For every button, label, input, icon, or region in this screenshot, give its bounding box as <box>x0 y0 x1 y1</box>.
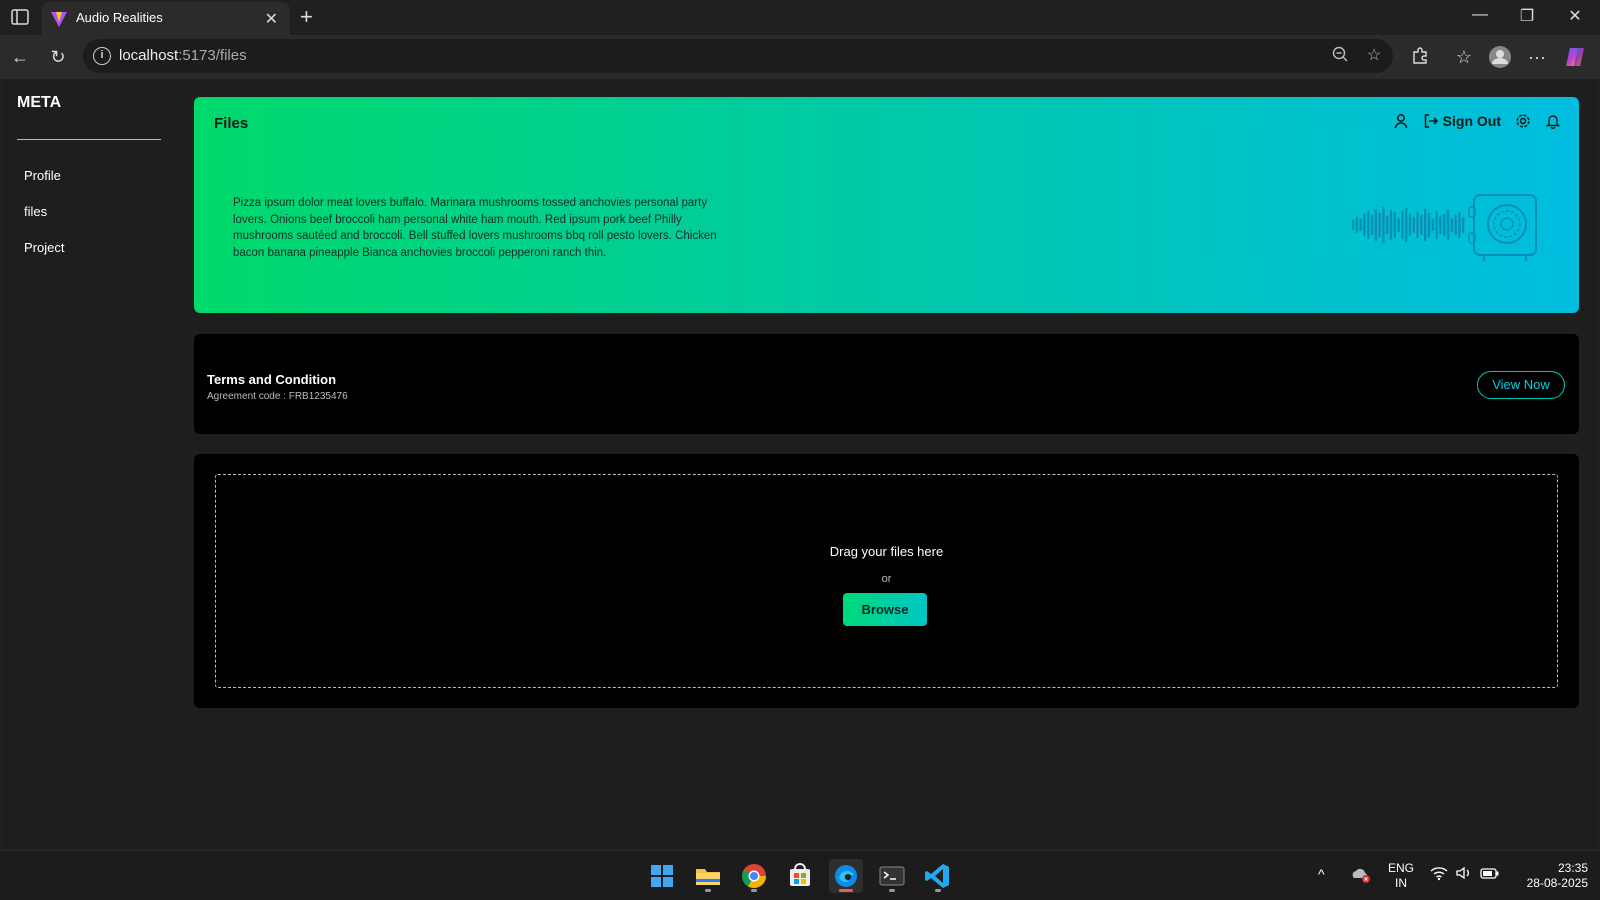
tab-title: Audio Realities <box>76 10 163 25</box>
reload-icon[interactable]: ↻ <box>46 45 70 69</box>
sidebar-item-files[interactable]: files <box>24 204 47 219</box>
region-text: IN <box>1395 876 1407 890</box>
restore-icon[interactable]: ❐ <box>1512 6 1542 26</box>
upload-card: Drag your files here or Browse <box>194 454 1579 708</box>
edge-icon[interactable] <box>829 859 863 893</box>
clock[interactable]: 23:35 28-08-2025 <box>1512 861 1588 891</box>
minimize-icon[interactable]: — <box>1465 6 1495 24</box>
onedrive-error-icon[interactable] <box>1350 866 1372 888</box>
wifi-icon[interactable] <box>1430 865 1448 885</box>
agreement-code: Agreement code : FRB1235476 <box>207 391 348 402</box>
profile-icon[interactable] <box>1488 45 1512 69</box>
battery-icon[interactable] <box>1480 865 1500 885</box>
browser-tab-bar: Audio Realities ✕ + — ❐ ✕ <box>0 0 1600 35</box>
brand-logo: META <box>17 94 62 111</box>
vite-logo-icon <box>50 10 68 28</box>
browse-button[interactable]: Browse <box>843 593 927 626</box>
volume-icon[interactable] <box>1455 865 1473 885</box>
sign-out-icon <box>1424 114 1438 128</box>
app-container: META Profile files Project Files Sign Ou… <box>4 79 1596 847</box>
windows-taskbar: ^ ENG IN 23:35 28-08-2025 <box>0 850 1600 900</box>
sidebar-item-profile[interactable]: Profile <box>24 168 61 183</box>
or-separator: or <box>881 573 892 585</box>
browser-nav-bar: ← ↻ i localhost:5173/files ☆ ☆ ··· <box>0 35 1600 79</box>
hero-banner: Files Sign Out Pizza ipsum dolor meat lo… <box>194 97 1579 313</box>
new-tab-icon[interactable]: + <box>300 4 313 30</box>
terms-card: Terms and Condition Agreement code : FRB… <box>194 334 1579 434</box>
store-icon[interactable] <box>783 859 817 893</box>
sign-out-button[interactable]: Sign Out <box>1423 113 1501 129</box>
drag-files-text: Drag your files here <box>829 544 944 559</box>
sidebar-item-project[interactable]: Project <box>24 240 64 255</box>
language-indicator[interactable]: ENG IN <box>1384 861 1418 891</box>
vscode-icon[interactable] <box>921 859 955 893</box>
settings-gear-icon[interactable] <box>1515 113 1531 129</box>
clock-date: 28-08-2025 <box>1526 876 1588 890</box>
language-text: ENG <box>1387 861 1414 875</box>
terms-title: Terms and Condition <box>207 372 337 387</box>
app-sidebar: META Profile files Project <box>4 79 174 847</box>
header-actions: Sign Out <box>1393 113 1561 129</box>
sidebar-divider <box>17 139 161 140</box>
browser-tab[interactable]: Audio Realities ✕ <box>42 2 290 35</box>
user-icon[interactable] <box>1393 113 1409 129</box>
windows-start-icon[interactable] <box>645 859 679 893</box>
file-dropzone[interactable]: Drag your files here or Browse <box>215 474 1558 688</box>
view-now-button[interactable]: View Now <box>1477 371 1565 399</box>
sign-out-label: Sign Out <box>1442 113 1501 129</box>
info-icon[interactable]: i <box>93 47 111 65</box>
chrome-icon[interactable] <box>737 859 771 893</box>
back-icon[interactable]: ← <box>8 45 32 69</box>
clock-time: 23:35 <box>1557 861 1588 875</box>
bell-icon[interactable] <box>1545 113 1561 129</box>
star-icon[interactable]: ☆ <box>1363 45 1385 67</box>
favorites-icon[interactable]: ☆ <box>1452 45 1476 69</box>
zoom-out-icon[interactable] <box>1329 45 1351 67</box>
audio-safe-illustration-icon <box>1349 187 1539 267</box>
terminal-icon[interactable] <box>875 859 909 893</box>
file-explorer-icon[interactable] <box>691 859 725 893</box>
more-icon[interactable]: ··· <box>1525 45 1549 69</box>
address-bar[interactable]: i localhost:5173/files ☆ <box>83 39 1393 73</box>
url-text[interactable]: localhost:5173/files <box>119 47 247 64</box>
sidebar-toggle-icon[interactable] <box>10 8 30 26</box>
close-window-icon[interactable]: ✕ <box>1560 6 1590 26</box>
close-tab-icon[interactable]: ✕ <box>265 9 278 29</box>
hero-description: Pizza ipsum dolor meat lovers buffalo. M… <box>233 197 717 259</box>
page-title: Files <box>214 115 249 132</box>
chevron-up-icon[interactable]: ^ <box>1318 867 1325 882</box>
extensions-icon[interactable] <box>1408 45 1432 69</box>
copilot-icon[interactable] <box>1564 45 1588 69</box>
